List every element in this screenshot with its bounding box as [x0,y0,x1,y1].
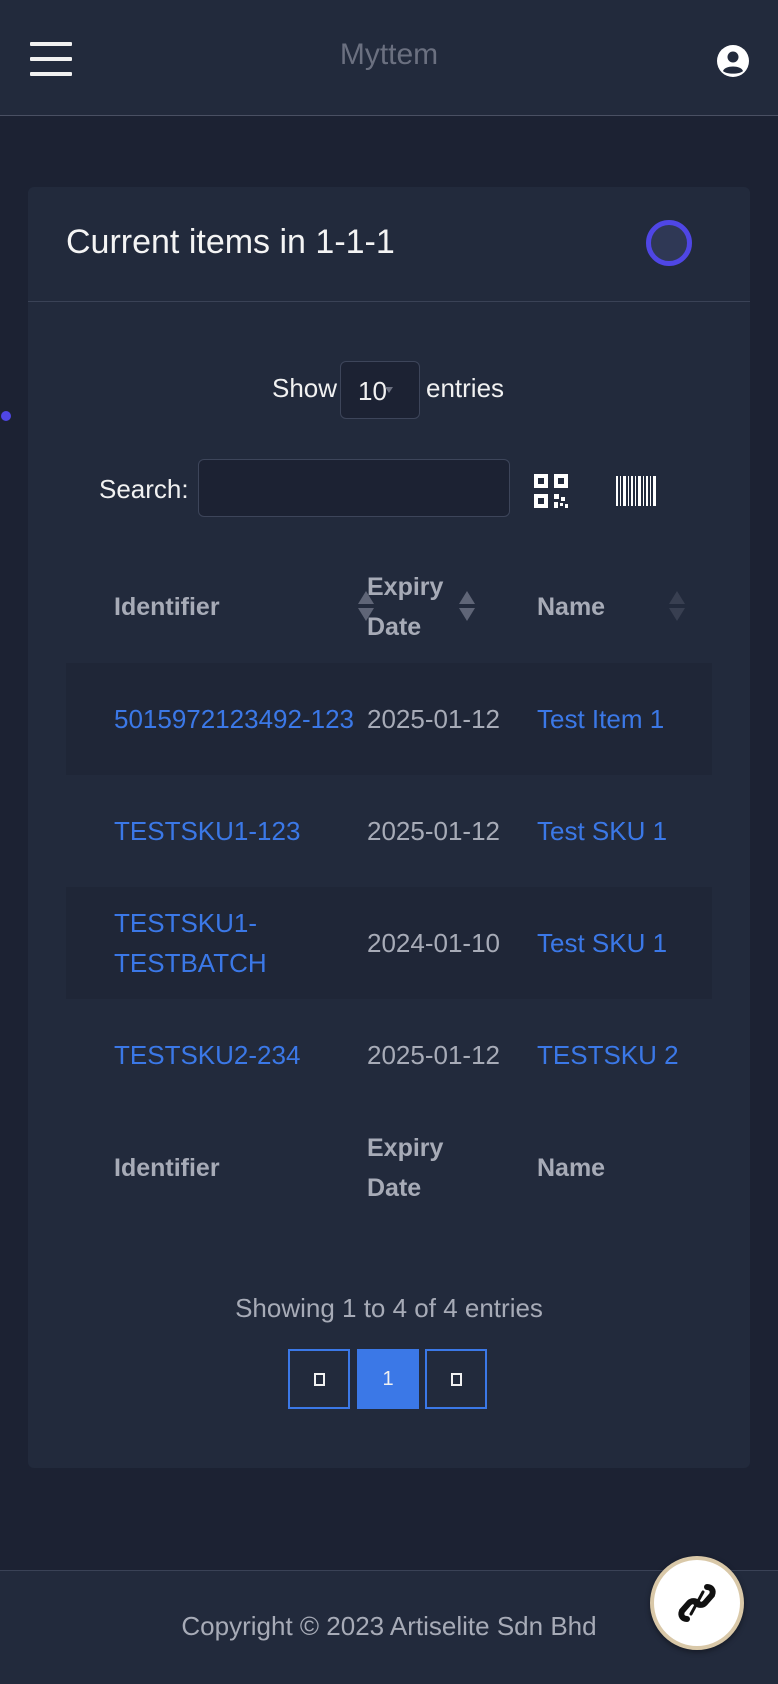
entries-per-page-value: 10 [358,376,387,406]
footer-header-expiry: Expiry Date [367,1111,537,1224]
column-header-identifier[interactable]: Identifier [66,550,374,663]
entries-length-control: Show 10 entries [28,361,750,419]
link-icon [678,1584,716,1622]
card-header: Current items in 1-1-1 [28,187,750,302]
expiry-date-cell: 2025-01-12 [367,1040,500,1070]
items-card: Current items in 1-1-1 Show 10 entries S… [28,187,750,1468]
column-header-name[interactable]: Name [537,550,712,663]
table-footer-row: Identifier Expiry Date Name [66,1111,712,1224]
user-circle-icon[interactable] [716,44,750,78]
next-page-button[interactable] [425,1349,487,1409]
table-row: TESTSKU1-123 2025-01-12 Test SKU 1 [66,775,712,887]
top-navbar: Myttem [0,0,778,116]
expiry-date-cell: 2024-01-10 [367,887,537,999]
item-name-link[interactable]: TESTSKU 2 [537,999,712,1111]
footer-header-identifier: Identifier [114,1153,220,1182]
expiry-date-cell: 2025-01-12 [367,816,500,846]
item-name-link[interactable]: Test SKU 1 [537,775,712,887]
qr-code-icon[interactable] [533,473,569,509]
column-header-identifier-label: Identifier [114,592,220,621]
app-title: Myttem [339,38,439,71]
footer-header-expiry-label: Expiry Date [367,1133,444,1202]
item-name-link[interactable]: Test Item 1 [537,663,712,775]
card-title: Current items in 1-1-1 [66,223,395,261]
table-info: Showing 1 to 4 of 4 entries [235,1293,543,1323]
previous-page-button[interactable] [288,1349,350,1409]
table-header-row: Identifier Expiry Date Name [66,550,712,663]
table-row: TESTSKU1-TESTBATCH 2024-01-10 Test SKU 1 [66,887,712,999]
table-row: 5015972123492-123 2025-01-12 Test Item 1 [66,663,712,775]
floating-action-button[interactable] [650,1556,744,1650]
barcode-icon[interactable] [616,476,656,506]
table-row: TESTSKU2-234 2025-01-12 TESTSKU 2 [66,999,712,1111]
column-header-name-label: Name [537,592,606,621]
page-button-current[interactable]: 1 [357,1349,419,1409]
column-header-expiry[interactable]: Expiry Date [367,550,537,663]
loading-spinner [646,220,692,266]
identifier-link[interactable]: TESTSKU1-123 [66,775,367,887]
identifier-link[interactable]: TESTSKU1-TESTBATCH [66,887,367,999]
show-label: Show [272,373,338,403]
footer-header-name: Name [537,1153,606,1182]
side-indicator-dot [1,411,11,421]
entries-per-page-select[interactable]: 10 [340,361,420,419]
next-icon [450,1373,462,1387]
identifier-link[interactable]: TESTSKU2-234 [66,999,367,1111]
search-input[interactable] [198,459,510,517]
select-caret-icon [385,387,393,393]
item-name-link[interactable]: Test SKU 1 [537,887,712,999]
sort-icon [669,590,685,623]
sort-icon [459,590,475,623]
items-table: Identifier Expiry Date Name 501597212349… [66,550,712,1224]
column-header-expiry-label: Expiry Date [367,572,444,641]
previous-icon [313,1373,325,1387]
identifier-link[interactable]: 5015972123492-123 [66,663,367,775]
search-label: Search: [99,474,189,504]
entries-label: entries [426,373,505,403]
expiry-date-cell: 2025-01-12 [367,663,537,775]
